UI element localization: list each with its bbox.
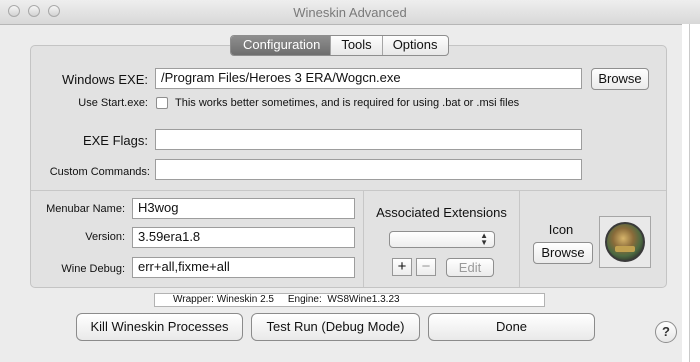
wineskin-advanced-window: Wineskin Advanced Configuration Tools Op… [0, 0, 700, 362]
menubar-name-field[interactable]: H3wog [132, 198, 355, 219]
wine-debug-field[interactable]: err+all,fixme+all [132, 257, 355, 278]
heroes-app-icon [605, 222, 645, 262]
tab-options[interactable]: Options [381, 36, 448, 55]
version-field[interactable]: 3.59era1.8 [132, 227, 355, 248]
tab-configuration[interactable]: Configuration [231, 36, 331, 55]
use-start-exe-checkbox[interactable] [156, 97, 168, 109]
custom-commands-field[interactable] [155, 159, 582, 180]
icon-label: Icon [548, 222, 574, 237]
edit-extension-button[interactable]: Edit [446, 258, 494, 277]
use-start-exe-label: Use Start.exe: [78, 97, 148, 109]
exe-flags-field[interactable] [155, 129, 582, 150]
kill-wineskin-processes-button[interactable]: Kill Wineskin Processes [76, 313, 243, 341]
help-button[interactable]: ? [655, 321, 677, 343]
background-window-edge [682, 24, 700, 362]
use-start-exe-description: This works better sometimes, and is requ… [175, 97, 520, 109]
windows-exe-label: Windows EXE: [62, 72, 148, 87]
section-divider-2 [519, 190, 520, 287]
section-divider [31, 190, 666, 191]
up-down-arrows-icon: ▲ ▼ [480, 231, 488, 247]
title-bar: Wineskin Advanced [0, 0, 700, 25]
icon-browse-button[interactable]: Browse [533, 242, 593, 264]
window-title: Wineskin Advanced [293, 5, 407, 20]
icon-well[interactable] [599, 216, 651, 268]
exe-browse-button[interactable]: Browse [591, 68, 649, 90]
done-button[interactable]: Done [428, 313, 595, 341]
extensions-popup[interactable]: ▲ ▼ [389, 231, 495, 248]
wine-debug-label: Wine Debug: [61, 263, 125, 275]
exe-flags-label: EXE Flags: [82, 133, 148, 148]
custom-commands-label: Custom Commands: [49, 166, 150, 178]
tab-tools[interactable]: Tools [330, 36, 381, 55]
associated-extensions-title: Associated Extensions [376, 205, 507, 220]
add-extension-button[interactable]: + [392, 258, 412, 276]
version-label: Version: [85, 231, 125, 243]
menubar-name-label: Menubar Name: [46, 203, 125, 215]
tab-bar: Configuration Tools Options [230, 35, 449, 56]
remove-extension-button[interactable]: − [416, 258, 436, 276]
windows-exe-field[interactable]: /Program Files/Heroes 3 ERA/Wogcn.exe [155, 68, 582, 89]
wrapper-engine-status: Wrapper: Wineskin 2.5 Engine: WS8Wine1.3… [154, 293, 545, 307]
status-text: Wrapper: Wineskin 2.5 Engine: WS8Wine1.3… [173, 294, 400, 305]
test-run-button[interactable]: Test Run (Debug Mode) [251, 313, 420, 341]
